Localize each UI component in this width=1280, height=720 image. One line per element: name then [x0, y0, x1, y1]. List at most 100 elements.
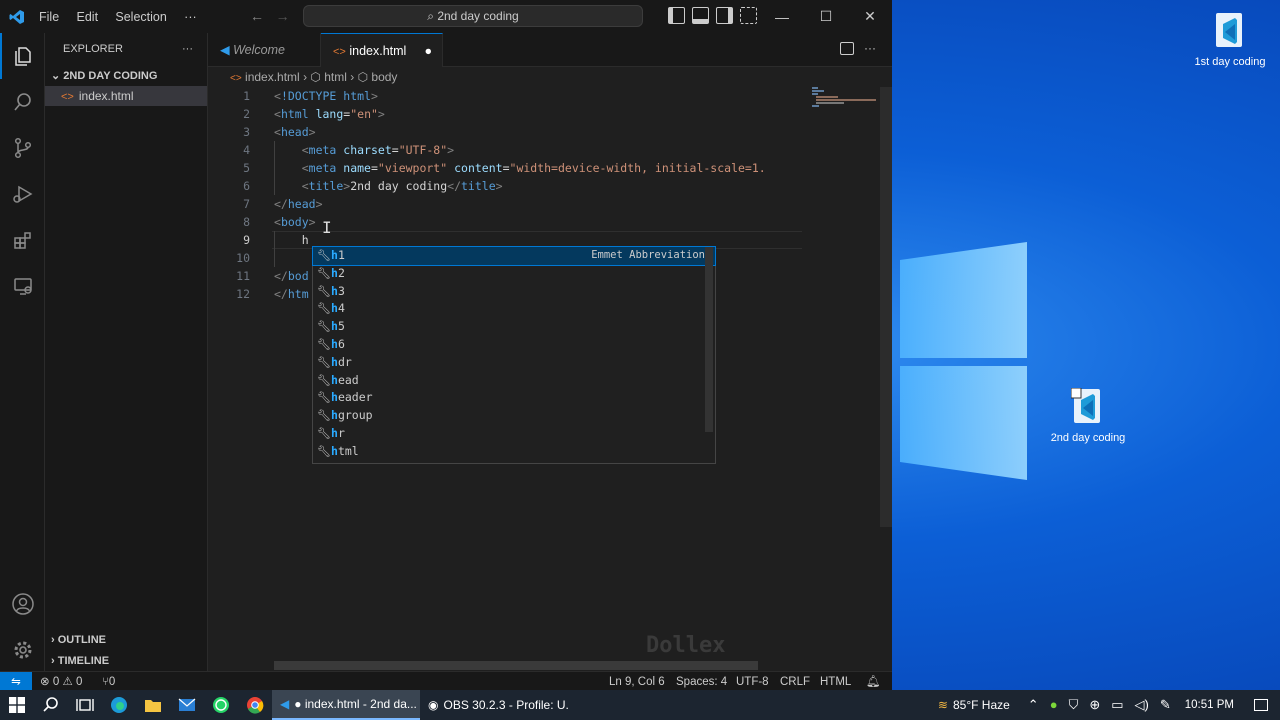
code-line[interactable]: 6 <title>2nd day coding</title> [208, 177, 808, 195]
tray-shield-icon[interactable]: ⛉ [1069, 697, 1079, 713]
more-actions-icon[interactable]: ··· [864, 41, 876, 55]
suggestion-item[interactable]: 🔧︎hgroup [313, 407, 715, 425]
minimize-icon[interactable]: — [760, 0, 804, 33]
back-arrow-icon[interactable]: ← [250, 8, 264, 24]
suggestion-item[interactable]: 🔧︎h5 [313, 318, 715, 336]
desktop-icon-2nd-day-coding[interactable]: 2nd day coding [1048, 387, 1128, 445]
wrench-icon: 🔧︎ [317, 337, 331, 351]
breadcrumb-element-icon: ⬡ [357, 70, 369, 84]
indentation[interactable]: Spaces: 4 [676, 672, 727, 692]
vertical-scrollbar[interactable] [880, 87, 892, 527]
language-mode[interactable]: HTML [820, 672, 851, 692]
task-view-icon[interactable] [68, 690, 102, 720]
explorer-icon[interactable] [0, 33, 45, 79]
volume-icon[interactable]: ◁) [1135, 697, 1149, 713]
breadcrumb-file[interactable]: index.html [245, 70, 300, 84]
search-icon[interactable] [34, 690, 68, 720]
suggestion-item[interactable]: 🔧︎header [313, 389, 715, 407]
menu-edit[interactable]: Edit [77, 10, 99, 24]
toggle-secondary-sidebar-icon[interactable] [716, 7, 733, 24]
breadcrumb-body[interactable]: body [371, 70, 397, 84]
show-hidden-icons-chevron-up-icon[interactable]: ⌃ [1028, 697, 1039, 713]
forward-arrow-icon[interactable]: → [276, 8, 290, 24]
chrome-icon[interactable] [238, 690, 272, 720]
split-editor-icon[interactable] [840, 42, 854, 55]
timeline-section[interactable]: › TIMELINE [45, 651, 208, 672]
problems-indicator[interactable]: ⊗ 0 ⚠ 0 [40, 672, 82, 692]
mail-icon[interactable] [170, 690, 204, 720]
battery-icon[interactable]: ▭ [1111, 697, 1123, 713]
code-line[interactable]: 7 </head> [208, 195, 808, 213]
workspace-folder[interactable]: ⌄ 2ND DAY CODING [45, 66, 207, 86]
taskbar-app-obs[interactable]: ◉ OBS 30.2.3 - Profile: U... [420, 690, 568, 720]
vscode-logo-icon: ◀ [280, 697, 290, 711]
run-debug-icon[interactable] [0, 171, 45, 217]
source-control-icon[interactable] [0, 125, 45, 171]
outline-section[interactable]: › OUTLINE [45, 630, 208, 651]
horizontal-scrollbar[interactable] [274, 661, 758, 670]
extensions-icon[interactable] [0, 217, 45, 263]
menu-selection[interactable]: Selection [115, 10, 166, 24]
nav-arrows: ← → [250, 8, 290, 24]
edge-browser-icon[interactable] [102, 690, 136, 720]
ports-indicator[interactable]: ⑂0 [102, 672, 115, 692]
code-line[interactable]: 2 <html lang="en"> [208, 105, 808, 123]
pen-icon[interactable]: ✎ [1160, 697, 1171, 713]
encoding[interactable]: UTF-8 [736, 672, 769, 692]
suggestion-item[interactable]: 🔧︎h3 [313, 283, 715, 301]
file-tree-item-index-html[interactable]: <> index.html [45, 86, 207, 106]
tab-index-html[interactable]: <> index.html ● [321, 33, 443, 67]
suggestion-item[interactable]: 🔧︎h6 [313, 336, 715, 354]
notification-center-icon[interactable] [1254, 699, 1268, 711]
suggestion-item[interactable]: 🔧︎hr [313, 425, 715, 443]
remote-indicator-icon[interactable]: ⇋ [0, 672, 32, 692]
toggle-sidebar-icon[interactable] [668, 7, 685, 24]
end-of-line[interactable]: CRLF [780, 672, 810, 692]
activity-bar [0, 33, 45, 671]
code-token: meta [308, 143, 337, 157]
clock[interactable]: 10:51 PM [1185, 699, 1234, 711]
suggestion-item[interactable]: 🔧︎h2 [313, 265, 715, 283]
network-globe-icon[interactable]: ⊕ [1089, 697, 1100, 713]
file-explorer-icon[interactable] [136, 690, 170, 720]
code-token: title [308, 179, 344, 193]
tab-welcome[interactable]: ◀ Welcome [208, 33, 321, 67]
cursor-position[interactable]: Ln 9, Col 6 [609, 672, 665, 692]
menu-file[interactable]: File [39, 10, 59, 24]
minimap[interactable] [812, 87, 878, 127]
code-line[interactable]: 3 <head> [208, 123, 808, 141]
suggestion-item[interactable]: 🔧︎h1 Emmet Abbreviation [312, 246, 716, 266]
command-center[interactable]: ⌕ 2nd day coding [303, 5, 643, 27]
maximize-icon[interactable]: ☐ [804, 0, 848, 33]
code-token: > [447, 143, 455, 157]
suggestion-item[interactable]: 🔧︎head [313, 372, 715, 390]
suggestion-item[interactable]: 🔧︎html [313, 443, 715, 461]
accounts-icon[interactable] [0, 581, 45, 627]
suggestion-scrollbar[interactable] [705, 247, 713, 432]
start-button-icon[interactable] [0, 690, 34, 720]
remote-explorer-icon[interactable] [0, 263, 45, 309]
breadcrumb-html[interactable]: html [324, 70, 347, 84]
suggestion-item[interactable]: 🔧︎hdr [313, 354, 715, 372]
whatsapp-icon[interactable] [204, 690, 238, 720]
unsaved-dot-icon[interactable]: ● [424, 34, 432, 68]
code-line[interactable]: 5 <meta name="viewport" content="width=d… [208, 159, 808, 177]
explorer-more-icon[interactable]: ··· [182, 33, 193, 66]
close-icon[interactable]: ✕ [848, 0, 892, 33]
toggle-panel-icon[interactable] [692, 7, 709, 24]
suggestion-label: eader [337, 390, 373, 405]
notifications-bell-icon[interactable]: 🔔︎ [866, 672, 881, 692]
code-line[interactable]: 4 <meta charset="UTF-8"> [208, 141, 808, 159]
search-icon[interactable] [0, 79, 45, 125]
customize-layout-icon[interactable] [740, 7, 757, 24]
desktop-icon-1st-day-coding[interactable]: 1st day coding [1190, 12, 1270, 69]
code-line[interactable]: 1 <!DOCTYPE html> [208, 87, 808, 105]
manage-gear-icon[interactable] [0, 627, 45, 673]
weather-widget[interactable]: ≋ 85°F Haze [938, 698, 1010, 712]
suggestion-item[interactable]: 🔧︎h4 [313, 300, 715, 318]
line-number: 1 [243, 89, 250, 103]
taskbar-app-vscode[interactable]: ◀ ● index.html - 2nd da... [272, 690, 420, 720]
tray-app-icon[interactable]: ● [1050, 697, 1058, 713]
code-line[interactable]: 8 <body> [208, 213, 808, 231]
menu-more[interactable]: ··· [184, 10, 197, 24]
